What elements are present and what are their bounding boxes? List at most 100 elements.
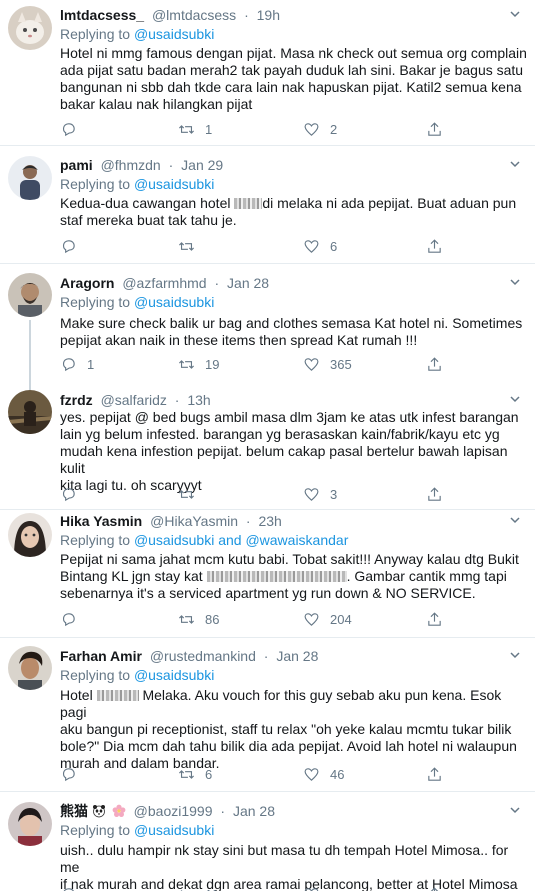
- display-name[interactable]: pami: [60, 157, 93, 173]
- avatar[interactable]: [8, 513, 52, 557]
- reply-button[interactable]: [60, 237, 87, 255]
- timestamp[interactable]: 13h: [187, 392, 210, 408]
- timestamp[interactable]: Jan 28: [233, 803, 275, 819]
- tweet-actions: 6 46: [60, 765, 470, 783]
- display-name[interactable]: fzrdz: [60, 392, 93, 408]
- avatar[interactable]: [8, 802, 52, 846]
- retweet-button[interactable]: [178, 485, 205, 503]
- retweet-icon: [180, 889, 193, 891]
- heart-icon: [304, 612, 319, 626]
- retweet-button[interactable]: [178, 237, 205, 255]
- mention-link[interactable]: @usaidsubki: [134, 294, 214, 310]
- retweet-button[interactable]: 11: [178, 885, 219, 891]
- tweet-header: Hika Yasmin @HikaYasmin · 23h: [60, 513, 282, 529]
- timestamp[interactable]: Jan 29: [181, 157, 223, 173]
- share-icon: [428, 356, 441, 371]
- retweet-button[interactable]: 6: [178, 765, 212, 783]
- retweet-icon: [179, 241, 194, 251]
- avatar[interactable]: [8, 390, 52, 434]
- chevron-down-icon[interactable]: [509, 158, 521, 170]
- retweet-icon: [179, 489, 194, 499]
- display-name[interactable]: Farhan Amir: [60, 648, 142, 664]
- reply-button[interactable]: [60, 885, 87, 891]
- mention-link[interactable]: @usaidsubki and @wawaiskandar: [134, 532, 348, 548]
- dot-separator: ·: [263, 648, 269, 664]
- like-button[interactable]: 3: [303, 485, 337, 503]
- tweet-lmtdacsess[interactable]: lmtdacsess_ @lmtdacsess · 19h Replying t…: [0, 0, 535, 146]
- handle[interactable]: @baozi1999: [134, 803, 213, 819]
- retweet-icon: [179, 769, 194, 779]
- tweet-pami[interactable]: pami @fhmzdn · Jan 29 Replying to @usaid…: [0, 146, 535, 264]
- handle[interactable]: @salfaridz: [101, 392, 167, 408]
- share-button[interactable]: [426, 120, 443, 138]
- tweet-hika-yasmin[interactable]: Hika Yasmin @HikaYasmin · 23h Replying t…: [0, 510, 535, 638]
- reply-button[interactable]: [60, 610, 87, 628]
- chevron-down-icon[interactable]: [509, 8, 521, 20]
- avatar[interactable]: [8, 273, 52, 317]
- reply-icon: [63, 887, 75, 891]
- thread-line: [29, 320, 31, 384]
- reply-button[interactable]: 1: [60, 355, 94, 373]
- heart-icon: [304, 887, 319, 891]
- share-button[interactable]: [426, 765, 443, 783]
- like-button[interactable]: 2: [303, 120, 337, 138]
- like-button[interactable]: 204: [303, 610, 352, 628]
- reply-button[interactable]: [60, 765, 87, 783]
- timestamp[interactable]: 19h: [257, 7, 280, 23]
- retweet-button[interactable]: 1: [178, 120, 212, 138]
- handle[interactable]: @HikaYasmin: [150, 513, 238, 529]
- handle[interactable]: @fhmzdn: [101, 157, 161, 173]
- like-button[interactable]: 6: [303, 237, 337, 255]
- handle[interactable]: @lmtdacsess: [152, 7, 236, 23]
- chevron-down-icon[interactable]: [509, 514, 521, 526]
- censored-text: [206, 571, 347, 582]
- like-button[interactable]: 46: [303, 765, 344, 783]
- cherry-blossom-emoji-icon: [112, 804, 126, 818]
- display-name[interactable]: Aragorn: [60, 275, 114, 291]
- share-button[interactable]: [426, 610, 443, 628]
- tweet-aragorn[interactable]: Aragorn @azfarmhmd · Jan 28 Replying to …: [0, 264, 535, 384]
- tweet-actions: 86 204: [60, 610, 470, 628]
- avatar[interactable]: [8, 156, 52, 200]
- share-icon: [428, 238, 441, 253]
- retweet-button[interactable]: 19: [178, 355, 219, 373]
- timestamp[interactable]: Jan 28: [227, 275, 269, 291]
- retweet-button[interactable]: 86: [178, 610, 219, 628]
- chevron-down-icon[interactable]: [509, 276, 521, 288]
- timestamp[interactable]: 23h: [258, 513, 281, 529]
- share-button[interactable]: [426, 355, 443, 373]
- reply-icon: [62, 487, 75, 501]
- avatar[interactable]: [8, 6, 52, 50]
- share-button[interactable]: [426, 885, 443, 891]
- mention-link[interactable]: @usaidsubki: [134, 822, 214, 838]
- tweet-header: lmtdacsess_ @lmtdacsess · 19h: [60, 7, 280, 23]
- like-button[interactable]: [303, 885, 330, 891]
- tweet-fzrdz[interactable]: fzrdz @salfaridz · 13h yes. pepijat @ be…: [0, 384, 535, 510]
- timestamp[interactable]: Jan 28: [276, 648, 318, 664]
- chevron-down-icon[interactable]: [509, 393, 521, 405]
- display-name[interactable]: Hika Yasmin: [60, 513, 142, 529]
- mention-link[interactable]: @usaidsubki: [134, 26, 214, 42]
- retweet-icon: [179, 124, 194, 134]
- like-button[interactable]: 365: [303, 355, 352, 373]
- reply-button[interactable]: [60, 485, 87, 503]
- tweet-actions: 6: [60, 237, 470, 255]
- display-name[interactable]: lmtdacsess_: [60, 7, 144, 23]
- share-button[interactable]: [426, 237, 443, 255]
- retweet-icon: [179, 614, 194, 624]
- tweet-farhan-amir[interactable]: Farhan Amir @rustedmankind · Jan 28 Repl…: [0, 638, 535, 792]
- display-name[interactable]: 熊猫: [60, 803, 88, 819]
- mention-link[interactable]: @usaidsubki: [134, 667, 214, 683]
- handle[interactable]: @azfarmhmd: [122, 275, 206, 291]
- mention-link[interactable]: @usaidsubki: [134, 176, 214, 192]
- reply-button[interactable]: [60, 120, 87, 138]
- chevron-down-icon[interactable]: [509, 804, 521, 816]
- heart-icon: [304, 487, 319, 501]
- dot-separator: ·: [245, 513, 251, 529]
- handle[interactable]: @rustedmankind: [150, 648, 256, 664]
- share-button[interactable]: [426, 485, 443, 503]
- avatar[interactable]: [8, 646, 52, 690]
- tweet-baozi1999[interactable]: 熊猫 @baozi1999 · Jan 28 Replying to @usai…: [0, 792, 535, 891]
- dot-separator: ·: [168, 157, 174, 173]
- chevron-down-icon[interactable]: [509, 649, 521, 661]
